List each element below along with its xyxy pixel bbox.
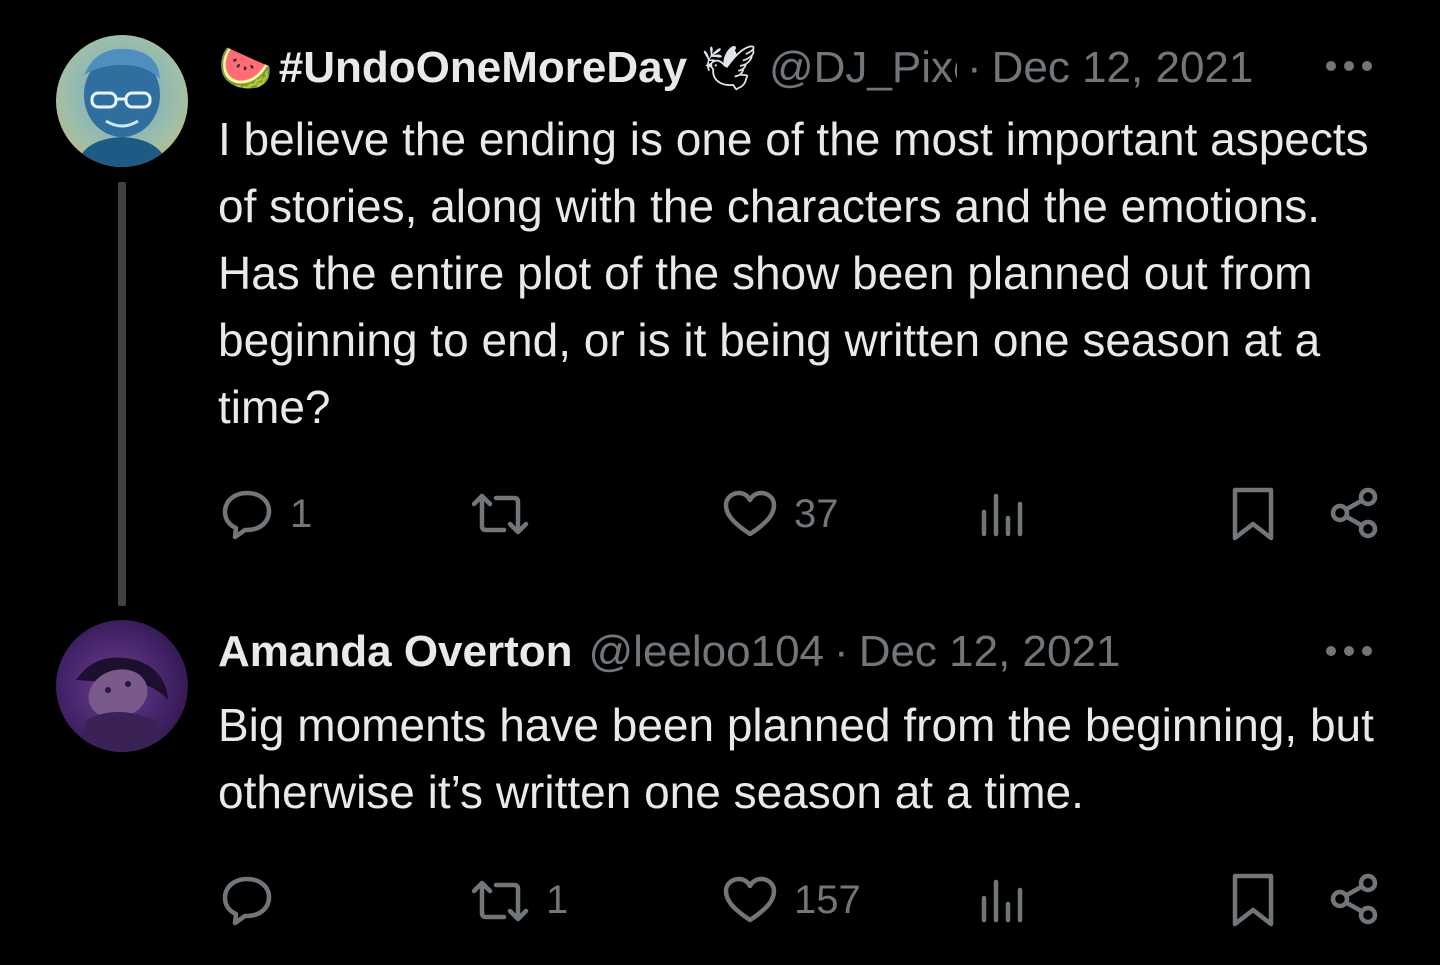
user-handle[interactable]: @DJ_Pixel xyxy=(769,43,957,93)
tweet[interactable]: 🍉 #UndoOneMoreDay 🕊 @DJ_Pixel · Dec 12, … xyxy=(0,0,1440,610)
user-handle[interactable]: @leeloo104 xyxy=(589,627,825,677)
reply-count: 1 xyxy=(290,491,313,536)
tweet-text: I believe the ending is one of the most … xyxy=(218,113,1369,433)
reply-button[interactable]: 1 xyxy=(220,488,312,540)
like-count: 157 xyxy=(794,877,861,922)
share-icon xyxy=(1330,873,1378,925)
retweet-arrows-icon xyxy=(471,880,529,921)
separator-dot: · xyxy=(966,43,982,92)
bar-chart-icon xyxy=(981,493,1023,537)
heart-icon xyxy=(723,490,777,537)
avatar[interactable] xyxy=(56,35,188,167)
more-options-icon[interactable] xyxy=(1326,56,1372,76)
tweet-header: 🍉 #UndoOneMoreDay 🕊 @DJ_Pixel · Dec 12, … xyxy=(218,38,1380,98)
share-button[interactable] xyxy=(1328,487,1380,539)
heart-icon xyxy=(723,876,777,923)
like-count: 37 xyxy=(794,491,839,536)
retweet-count: 1 xyxy=(546,878,569,922)
speech-bubble-icon xyxy=(222,876,272,926)
share-button[interactable] xyxy=(1328,873,1380,925)
display-name[interactable]: Amanda Overton xyxy=(218,627,573,677)
avatar[interactable] xyxy=(56,620,188,752)
tweet-date[interactable]: Dec 12, 2021 xyxy=(992,43,1254,93)
views-button[interactable] xyxy=(978,490,1026,538)
bookmark-icon xyxy=(1232,487,1274,541)
separator-dot: · xyxy=(834,627,849,676)
tweet-text: Big moments have been planned from the b… xyxy=(218,699,1374,818)
tweet-date[interactable]: Dec 12, 2021 xyxy=(859,627,1121,677)
bookmark-button[interactable] xyxy=(1230,486,1276,542)
display-name[interactable]: #UndoOneMoreDay xyxy=(279,43,687,93)
retweet-arrows-icon xyxy=(471,493,529,535)
speech-bubble-icon xyxy=(222,490,272,540)
bar-chart-icon xyxy=(981,879,1023,923)
watermelon-emoji-icon: 🍉 xyxy=(218,44,273,93)
retweet-button[interactable]: 1 xyxy=(470,878,568,923)
more-options-icon[interactable] xyxy=(1326,641,1372,661)
tweet[interactable]: Amanda Overton @leeloo104 · Dec 12, 2021… xyxy=(0,610,1440,965)
tweet-header: Amanda Overton @leeloo104 · Dec 12, 2021 xyxy=(218,622,1380,682)
thread-connector-line xyxy=(118,182,126,606)
retweet-button[interactable] xyxy=(470,492,546,536)
dove-emoji-icon: 🕊 xyxy=(701,44,757,93)
like-button[interactable]: 157 xyxy=(722,876,861,924)
like-button[interactable]: 37 xyxy=(722,490,839,538)
reply-button[interactable] xyxy=(220,874,290,926)
bookmark-button[interactable] xyxy=(1230,872,1276,928)
bookmark-icon xyxy=(1232,873,1274,927)
views-button[interactable] xyxy=(978,876,1026,924)
share-icon xyxy=(1330,487,1378,539)
